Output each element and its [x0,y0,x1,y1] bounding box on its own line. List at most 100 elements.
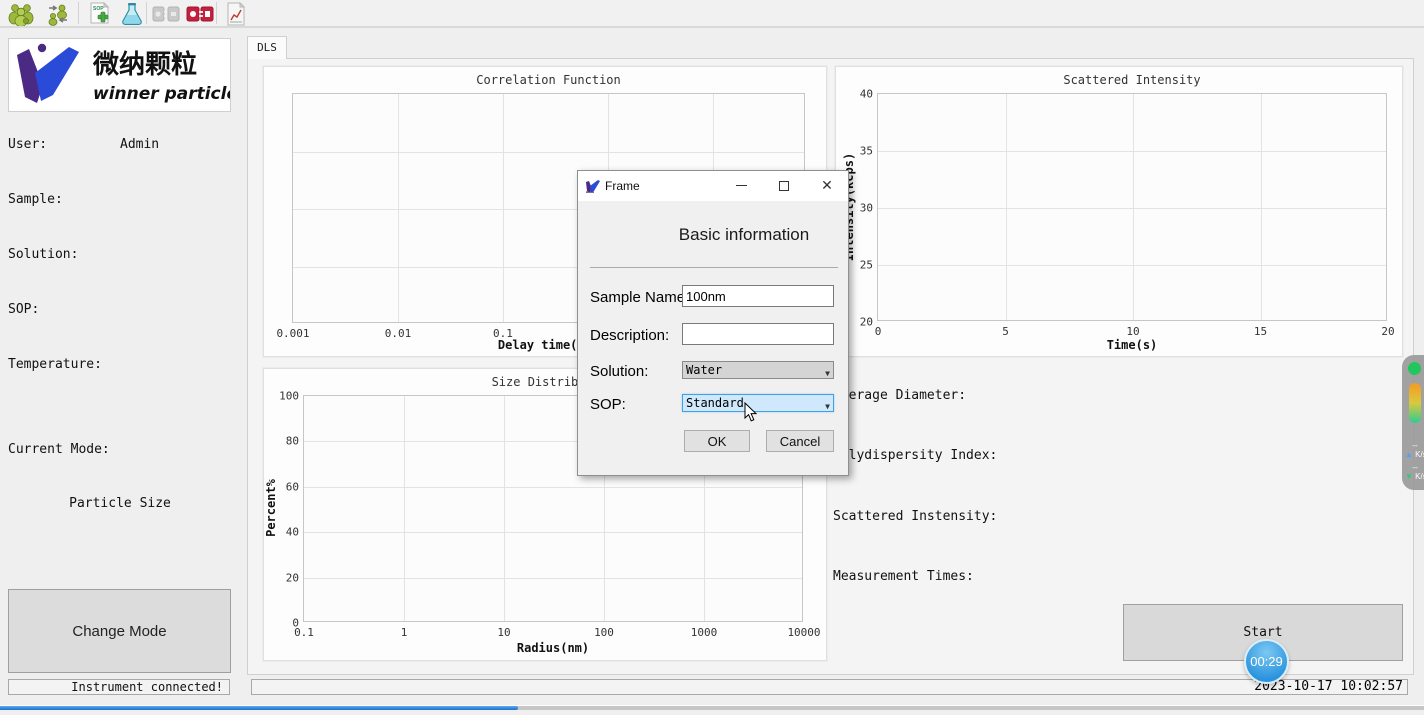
tick-x: 20 [1381,325,1394,338]
basic-information-dialog: Frame ✕ Basic information Sample Name: D… [577,170,849,476]
tick-y: 25 [860,259,873,272]
dialog-separator [590,267,838,268]
tick-x: 0 [875,325,882,338]
app-logo: 微纳颗粒 winner particle [8,38,231,112]
toolbar-separator [146,2,147,24]
maximize-icon[interactable] [765,171,803,200]
upload-value: -- [1402,441,1424,450]
disconnect-icon[interactable] [150,1,182,26]
arrow-up-icon: ▲ [1405,450,1413,459]
gridline-h [293,152,804,153]
upload-unit: K/s [1415,450,1424,459]
arrow-down-icon: ▼ [1405,472,1413,481]
logo-cn-text: 微纳颗粒 [92,49,197,80]
gridline-v [1133,94,1134,320]
chevron-down-icon: ▼ [825,399,830,415]
sample-label: Sample: [8,192,63,207]
sample-flask-icon[interactable] [116,1,148,26]
tick-y: 35 [860,145,873,158]
sidebar-field-solution: Solution: [8,247,233,263]
scattered-xlabel: Time(s) [877,338,1387,352]
sidebar-field-sop: SOP: [8,302,233,318]
tick-x: 1 [401,626,408,639]
tick-y: 60 [286,480,299,493]
minimize-icon[interactable] [722,171,760,200]
tick-x: 15 [1254,325,1267,338]
upload-row: ▲ K/s [1405,450,1424,459]
sidebar-field-user: User: Admin [8,137,233,153]
instrument-status: Instrument connected! [8,679,230,695]
tick-y: 0 [292,617,299,630]
tick-y: 20 [286,571,299,584]
dialog-logo-icon [585,179,601,193]
tick-x: 10 [1126,325,1139,338]
gridline-v [404,396,405,621]
solution-select-label: Solution: [590,363,648,380]
dialog-title: Frame [605,179,640,193]
ok-button[interactable]: OK [684,430,750,452]
scattered-intensity-plot: 051015204035302520 [877,93,1387,321]
gridline-h [304,487,802,488]
scattered-intensity-title: Scattered Intensity [877,73,1387,87]
sop-select[interactable]: Standard ▼ [682,394,834,412]
gridline-h [878,208,1386,209]
gridline-h [878,151,1386,152]
net-speed-widget[interactable]: -- ▲ K/s -- ▼ K/s [1402,355,1424,490]
average-diameter-label: Average Diameter: [833,388,1133,403]
change-mode-button[interactable]: Change Mode [8,589,231,673]
signal-gradient-bar-icon [1409,383,1421,423]
connect-icon[interactable] [184,1,216,26]
recording-timer-bubble[interactable]: 00:29 [1244,639,1289,684]
gridline-h [878,265,1386,266]
size-ylabel: Percent% [264,479,278,537]
statusbar-datetime: 2023-10-17 10:02:57 [251,679,1408,695]
logo-en-text: winner particle [93,84,230,104]
current-mode-label: Current Mode: [8,442,233,458]
tick-y: 30 [860,202,873,215]
tick-y: 20 [860,316,873,329]
tick-y: 80 [286,435,299,448]
close-icon[interactable]: ✕ [808,171,846,200]
gridline-v [1261,94,1262,320]
correlation-function-title: Correlation Function [292,73,805,87]
bottom-progress-fill [0,706,518,710]
polydispersity-index-label: Polydispersity Index: [833,448,1133,463]
sidebar-field-sample: Sample: [8,192,233,208]
description-input[interactable] [682,323,834,345]
status-dot-icon [1408,362,1421,375]
mouse-cursor [744,402,758,422]
sample-name-input[interactable] [682,285,834,307]
dialog-heading: Basic information [679,225,809,245]
download-row: ▼ K/s [1405,472,1424,481]
gridline-v [503,94,504,322]
tick-y: 100 [279,390,299,403]
solution-label: Solution: [8,247,78,262]
download-unit: K/s [1415,472,1424,481]
sop-label: SOP: [8,302,39,317]
user-label: User: [8,137,47,152]
sample-name-label: Sample Name: [590,289,689,306]
switch-user-icon[interactable] [42,1,74,26]
gridline-h [304,532,802,533]
size-xlabel: Radius(nm) [303,641,803,655]
dialog-titlebar[interactable]: Frame ✕ [578,171,848,201]
bottom-progress-track [0,705,1424,710]
solution-select[interactable]: Water ▼ [682,361,834,379]
user-value: Admin [120,137,159,152]
new-sop-icon[interactable]: SOP [84,1,116,26]
users-icon[interactable] [5,1,37,26]
description-label: Description: [590,327,669,344]
tick-x: 5 [1002,325,1009,338]
cancel-button[interactable]: Cancel [766,430,834,452]
toolbar-separator [78,2,79,24]
tick-y: 40 [286,526,299,539]
sidebar-field-temperature: Temperature: [8,357,233,373]
current-mode-value: Particle Size [0,496,240,511]
tick-x: 1000 [691,626,718,639]
tab-dls[interactable]: DLS [247,36,287,59]
sop-select-label: SOP: [590,396,626,413]
chevron-down-icon: ▼ [825,366,830,382]
report-icon[interactable] [220,1,252,26]
solution-selected-value: Water [686,363,722,377]
measurement-times-label: Measurement Times: [833,569,1133,584]
